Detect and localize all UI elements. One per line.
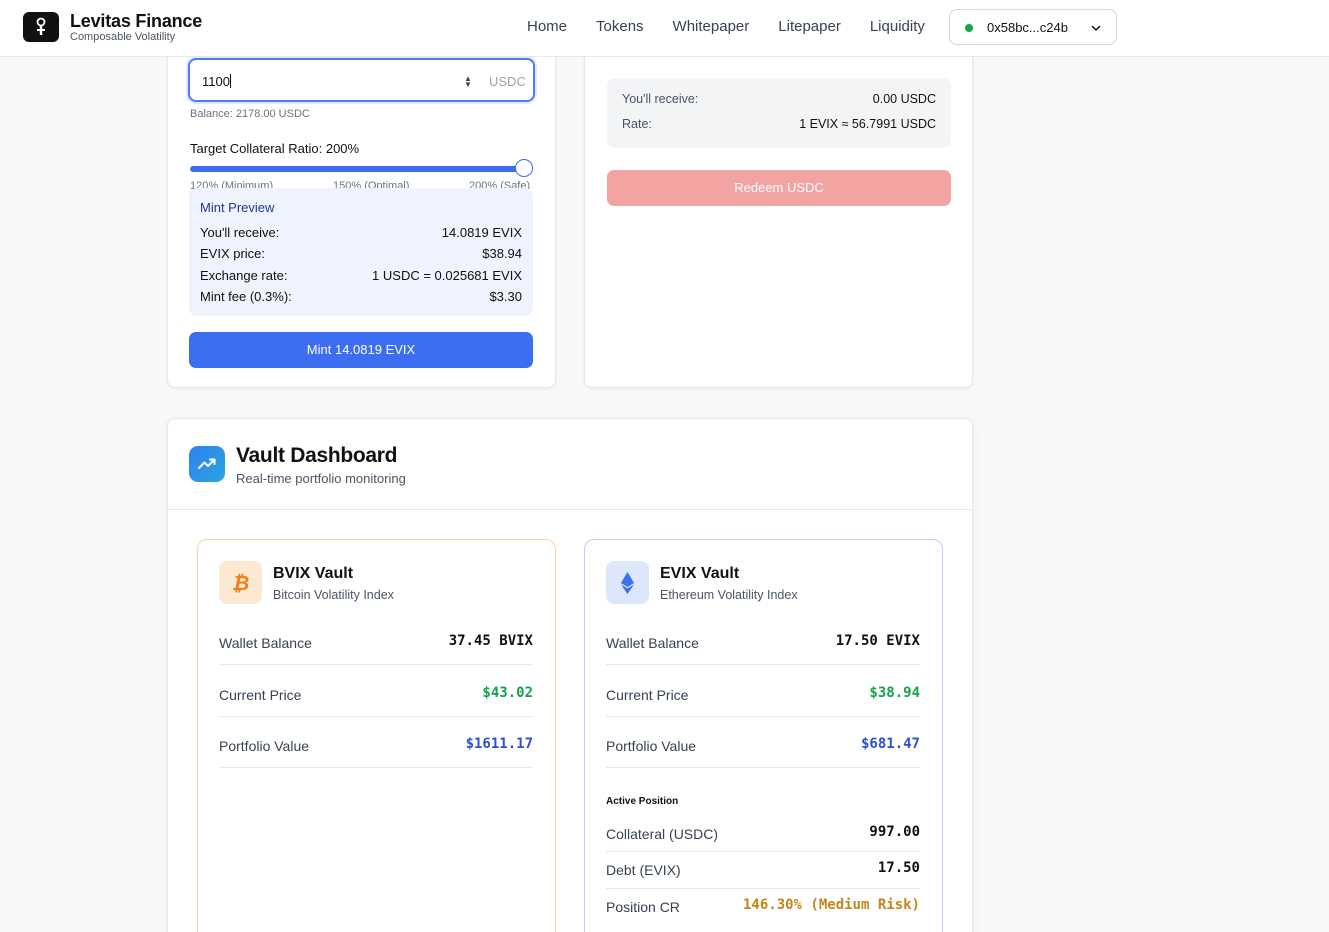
position-row-value: 17.50	[877, 860, 920, 876]
vault-row: Current Price $38.94	[606, 685, 920, 717]
mint-preview-title: Mint Preview	[200, 200, 275, 215]
chevron-down-icon	[1091, 25, 1101, 31]
vault-row-value: $1611.17	[465, 736, 533, 752]
redeem-label: Rate:	[622, 117, 652, 131]
redeem-button[interactable]: Redeem USDC	[607, 170, 951, 206]
dashboard-subtitle: Real-time portfolio monitoring	[236, 471, 406, 486]
preview-value: $38.94	[482, 246, 522, 261]
bvix-vault-card: ₿ BVIX Vault Bitcoin Volatility Index Wa…	[197, 539, 556, 932]
nav-home[interactable]: Home	[527, 18, 567, 35]
vault-row-label: Wallet Balance	[219, 635, 312, 651]
redeem-row: You'll receive: 0.00 USDC	[622, 92, 936, 106]
vault-dashboard: Vault Dashboard Real-time portfolio moni…	[167, 418, 973, 932]
preview-value: 1 USDC = 0.025681 EVIX	[372, 268, 522, 283]
connected-status-dot	[965, 24, 973, 32]
vault-row-label: Portfolio Value	[606, 738, 697, 754]
preview-row: You'll receive: 14.0819 EVIX	[200, 225, 522, 240]
redeem-row: Rate: 1 EVIX ≈ 56.7991 USDC	[622, 117, 936, 131]
vault-description: Ethereum Volatility Index	[660, 588, 798, 602]
wallet-address: 0x58bc...c24b	[987, 20, 1068, 35]
vault-name: EVIX Vault	[660, 565, 740, 582]
mint-button[interactable]: Mint 14.0819 EVIX	[189, 332, 533, 368]
preview-row: Mint fee (0.3%): $3.30	[200, 289, 522, 304]
vault-row: Portfolio Value $681.47	[606, 736, 920, 768]
brand-logo[interactable]	[23, 12, 59, 42]
ethereum-icon	[606, 561, 649, 604]
main-nav: Home Tokens Whitepaper Litepaper Liquidi…	[527, 18, 954, 35]
dashboard-title: Vault Dashboard	[236, 444, 398, 467]
vault-row-value: $681.47	[860, 736, 920, 752]
collateral-ratio-slider[interactable]	[190, 166, 525, 172]
mint-amount-value: 1100	[202, 74, 230, 89]
vault-row-value: $38.94	[869, 685, 920, 701]
evix-vault-card: EVIX Vault Ethereum Volatility Index Wal…	[584, 539, 943, 932]
text-caret	[229, 74, 231, 88]
preview-label: Exchange rate:	[200, 268, 288, 283]
active-position-title: Active Position	[606, 796, 679, 807]
vault-row-value: 37.45 BVIX	[448, 633, 533, 649]
position-row: Debt (EVIX) 17.50	[606, 860, 920, 889]
preview-value: 14.0819 EVIX	[441, 225, 522, 240]
position-row-label: Collateral (USDC)	[606, 826, 719, 842]
nav-whitepaper[interactable]: Whitepaper	[673, 18, 750, 35]
position-row-label: Position CR	[606, 899, 680, 915]
position-row-value: 146.30% (Medium Risk)	[742, 897, 920, 913]
dashboard-header: Vault Dashboard Real-time portfolio moni…	[168, 419, 972, 510]
mint-amount-input[interactable]: 1100 ▲ ▼ USDC	[188, 58, 535, 102]
vault-row: Current Price $43.02	[219, 685, 533, 717]
vault-row: Wallet Balance 37.45 BVIX	[219, 633, 533, 665]
preview-row: Exchange rate: 1 USDC = 0.025681 EVIX	[200, 268, 522, 283]
mint-preview-panel: Mint Preview You'll receive: 14.0819 EVI…	[189, 188, 533, 316]
number-spinner-icon[interactable]: ▲ ▼	[464, 75, 472, 89]
position-row-value: 997.00	[869, 824, 920, 840]
slider-thumb[interactable]	[515, 159, 533, 177]
vault-row: Wallet Balance 17.50 EVIX	[606, 633, 920, 665]
vault-row-value: 17.50 EVIX	[835, 633, 920, 649]
mint-card: 1100 ▲ ▼ USDC Balance: 2178.00 USDC Targe…	[167, 20, 556, 388]
preview-label: Mint fee (0.3%):	[200, 289, 292, 304]
collateral-ratio-label: Target Collateral Ratio: 200%	[190, 141, 360, 156]
bitcoin-icon: ₿	[219, 561, 262, 604]
preview-value: $3.30	[489, 289, 522, 304]
preview-label: You'll receive:	[200, 225, 280, 240]
vault-name: BVIX Vault	[273, 565, 354, 582]
preview-label: EVIX price:	[200, 246, 266, 261]
position-row-label: Debt (EVIX)	[606, 862, 681, 878]
preview-row: EVIX price: $38.94	[200, 246, 522, 261]
vault-description: Bitcoin Volatility Index	[273, 588, 394, 602]
vault-row-label: Current Price	[219, 687, 302, 703]
usdc-balance: Balance: 2178.00 USDC	[190, 108, 310, 120]
brand-tagline: Composable Volatility	[70, 31, 176, 43]
position-row: Position CR 146.30% (Medium Risk)	[606, 897, 920, 929]
vault-row-value: $43.02	[482, 685, 533, 701]
redeem-preview-panel: You'll receive: 0.00 USDC Rate: 1 EVIX ≈…	[607, 78, 951, 148]
redeem-value: 0.00 USDC	[872, 92, 936, 106]
vault-row-label: Wallet Balance	[606, 635, 699, 651]
vault-row-label: Portfolio Value	[219, 738, 310, 754]
logo-icon	[36, 17, 46, 35]
nav-liquidity[interactable]: Liquidity	[870, 18, 925, 35]
redeem-card: You'll receive: 0.00 USDC Rate: 1 EVIX ≈…	[584, 20, 973, 388]
wallet-button[interactable]: 0x58bc...c24b	[949, 9, 1117, 45]
svg-text:₿: ₿	[232, 571, 250, 595]
top-navbar: Levitas Finance Composable Volatility Ho…	[0, 0, 1329, 57]
amount-unit: USDC	[489, 74, 526, 89]
vault-row: Portfolio Value $1611.17	[219, 736, 533, 768]
redeem-label: You'll receive:	[622, 92, 699, 106]
brand-name: Levitas Finance	[70, 11, 203, 31]
vault-row-label: Current Price	[606, 687, 689, 703]
nav-litepaper[interactable]: Litepaper	[778, 18, 841, 35]
trending-up-icon	[189, 446, 225, 482]
nav-tokens[interactable]: Tokens	[596, 18, 644, 35]
position-row: Collateral (USDC) 997.00	[606, 824, 920, 852]
redeem-value: 1 EVIX ≈ 56.7991 USDC	[799, 117, 936, 131]
